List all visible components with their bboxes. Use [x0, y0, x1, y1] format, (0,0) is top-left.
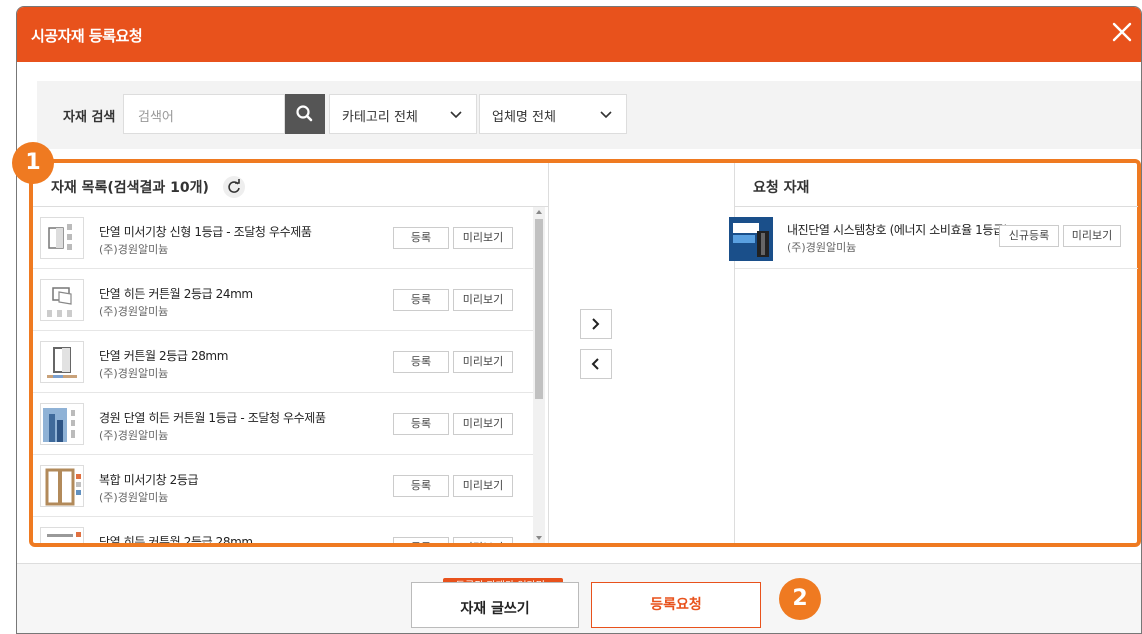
company-select[interactable]: 업체명 전체	[479, 94, 627, 134]
requested-material-title: 요청 자재	[753, 180, 810, 196]
register-button[interactable]: 등록	[393, 289, 449, 311]
list-item: 복합 미서기창 2등급 (주)경원알미늄 등록 미리보기	[33, 455, 535, 517]
preview-button[interactable]: 미리보기	[1063, 225, 1121, 247]
move-left-button[interactable]	[580, 349, 612, 379]
product-thumbnail	[40, 403, 84, 445]
list-scrollbar[interactable]	[533, 207, 545, 543]
category-select-value: 카테고리 전체	[342, 110, 418, 125]
list-item: 단열 히든 커튼월 2등급 28mm 등록 미리보기	[33, 517, 535, 543]
item-maker: (주)경원알미늄	[99, 429, 169, 442]
material-request-modal: 시공자재 등록요청 자재 검색 검색어 카테고리 전체 업체명 전체 자재 목록…	[16, 6, 1142, 634]
item-name: 복합 미서기창 2등급	[99, 473, 199, 487]
category-select[interactable]: 카테고리 전체	[329, 94, 477, 134]
search-button[interactable]	[285, 94, 325, 134]
item-name: 단열 히든 커튼월 2등급 28mm	[99, 535, 253, 543]
search-bar: 자재 검색 검색어 카테고리 전체 업체명 전체	[37, 81, 1141, 149]
item-name: 단열 히든 커튼월 2등급 24mm	[99, 287, 253, 301]
register-button[interactable]: 등록	[393, 227, 449, 249]
item-name: 경원 단열 히든 커튼월 1등급 - 조달청 우수제품	[99, 411, 326, 425]
register-button[interactable]: 등록	[393, 537, 449, 543]
register-button[interactable]: 등록	[393, 351, 449, 373]
preview-button[interactable]: 미리보기	[453, 413, 513, 435]
list-item: 단열 히든 커튼월 2등급 24mm (주)경원알미늄 등록 미리보기	[33, 269, 535, 331]
register-button[interactable]: 등록	[393, 413, 449, 435]
preview-button[interactable]: 미리보기	[453, 351, 513, 373]
move-right-button[interactable]	[580, 309, 612, 339]
material-list: 단열 미서기창 신형 1등급 - 조달청 우수제품 (주)경원알미늄 등록 미리…	[33, 206, 549, 543]
chevron-down-icon	[600, 111, 612, 119]
product-thumbnail	[40, 527, 84, 543]
list-item: 내진단열 시스템창호 (에너지 소비효율 1등급) (주)경원알미늄 신규등록 …	[729, 207, 1138, 269]
preview-button[interactable]: 미리보기	[453, 537, 513, 543]
close-icon[interactable]	[1109, 19, 1135, 45]
material-list-title: 자재 목록(검색결과 10개)	[51, 180, 209, 196]
product-thumbnail	[40, 217, 84, 259]
product-thumbnail	[40, 341, 84, 383]
search-label: 자재 검색	[63, 110, 116, 125]
refresh-button[interactable]	[223, 176, 245, 198]
product-thumbnail	[729, 217, 773, 261]
material-list-panel: 자재 목록(검색결과 10개) 단열 미서기창 신형 1등급 - 조달청 우수제…	[33, 163, 549, 543]
preview-button[interactable]: 미리보기	[453, 475, 513, 497]
list-item: 경원 단열 히든 커튼월 1등급 - 조달청 우수제품 (주)경원알미늄 등록 …	[33, 393, 535, 455]
list-item: 단열 미서기창 신형 1등급 - 조달청 우수제품 (주)경원알미늄 등록 미리…	[33, 207, 535, 269]
modal-footer: 등록된 자재가 없다면? 자재 글쓰기 등록요청	[17, 563, 1141, 633]
preview-button[interactable]: 미리보기	[453, 227, 513, 249]
chevron-down-icon	[450, 111, 462, 119]
item-name: 단열 커튼월 2등급 28mm	[99, 349, 229, 363]
register-button[interactable]: 등록	[393, 475, 449, 497]
search-icon	[296, 105, 313, 122]
scroll-thumb[interactable]	[535, 219, 543, 399]
write-material-button[interactable]: 자재 글쓰기	[411, 582, 579, 628]
transfer-controls	[550, 163, 730, 543]
chevron-right-icon	[592, 318, 600, 330]
step-badge-2: 2	[779, 578, 821, 620]
search-input[interactable]: 검색어	[123, 94, 285, 134]
product-thumbnail	[40, 465, 84, 507]
item-maker: (주)경원알미늄	[99, 367, 169, 380]
new-register-button[interactable]: 신규등록	[999, 225, 1059, 247]
step-badge-1: 1	[12, 142, 54, 184]
item-maker: (주)경원알미늄	[99, 243, 169, 256]
preview-button[interactable]: 미리보기	[453, 289, 513, 311]
list-item: 단열 커튼월 2등급 28mm (주)경원알미늄 등록 미리보기	[33, 331, 535, 393]
requested-material-panel: 요청 자재 내진단열 시스템창호 (에너지 소비효율 1등급) (주)경원알미늄…	[729, 163, 1138, 543]
item-name: 내진단열 시스템창호 (에너지 소비효율 1등급)	[787, 223, 1008, 237]
modal-header: 시공자재 등록요청	[17, 7, 1141, 62]
submit-request-button[interactable]: 등록요청	[591, 582, 761, 628]
refresh-icon	[228, 179, 240, 193]
item-maker: (주)경원알미늄	[99, 305, 169, 318]
product-thumbnail	[40, 279, 84, 321]
item-maker: (주)경원알미늄	[787, 241, 857, 254]
item-name: 단열 미서기창 신형 1등급 - 조달청 우수제품	[99, 225, 312, 239]
chevron-left-icon	[591, 358, 599, 370]
modal-title: 시공자재 등록요청	[31, 27, 143, 45]
scroll-down-icon[interactable]	[533, 533, 545, 543]
scroll-up-icon[interactable]	[533, 207, 545, 217]
requested-material-list: 내진단열 시스템창호 (에너지 소비효율 1등급) (주)경원알미늄 신규등록 …	[729, 206, 1138, 543]
item-maker: (주)경원알미늄	[99, 491, 169, 504]
material-panels: 자재 목록(검색결과 10개) 단열 미서기창 신형 1등급 - 조달청 우수제…	[29, 159, 1141, 547]
company-select-value: 업체명 전체	[492, 110, 556, 125]
